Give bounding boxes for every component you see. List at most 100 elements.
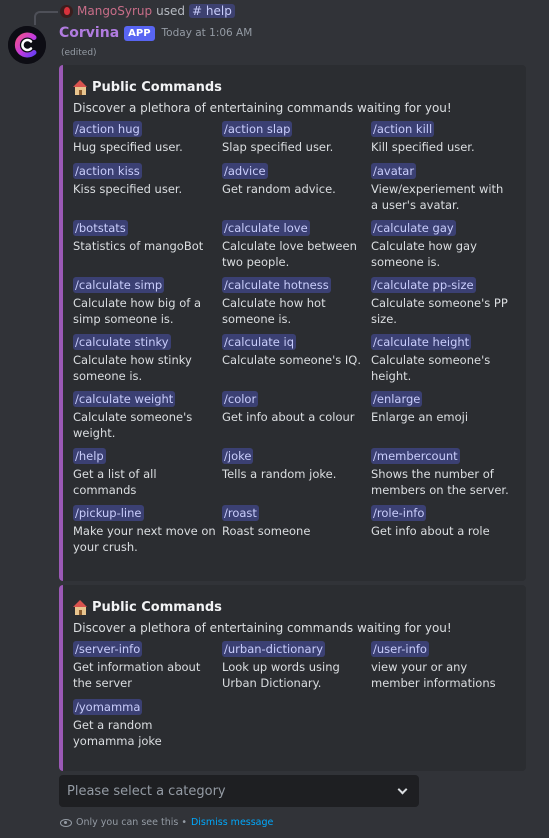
command-field: /joke Tells a random joke. bbox=[222, 448, 371, 505]
command-description: Get information about the server bbox=[73, 660, 201, 690]
command-name[interactable]: /calculate stinky bbox=[73, 334, 171, 350]
command-description: Calculate how stinky someone is. bbox=[73, 353, 192, 383]
command-name[interactable]: /pickup-line bbox=[73, 505, 144, 521]
message-timestamp[interactable]: Today at 1:06 AM bbox=[162, 27, 253, 39]
command-name[interactable]: /action hug bbox=[73, 121, 142, 137]
command-name[interactable]: /enlarge bbox=[371, 391, 423, 407]
command-name[interactable]: /urban-dictionary bbox=[222, 641, 326, 657]
command-field: /enlarge Enlarge an emoji bbox=[371, 391, 520, 448]
command-name[interactable]: /server-info bbox=[73, 641, 143, 657]
command-description: Get a random yomamma joke bbox=[73, 718, 162, 748]
command-field: /pickup-line Make your next move on your … bbox=[73, 505, 222, 554]
command-name[interactable]: /calculate hotness bbox=[222, 277, 331, 293]
command-description: Tells a random joke. bbox=[222, 467, 337, 481]
command-name[interactable]: /roast bbox=[222, 505, 259, 521]
command-field: /membercount Shows the number of members … bbox=[371, 448, 520, 505]
command-field: /color Get info about a colour bbox=[222, 391, 371, 448]
message-header: Corvina APP Today at 1:06 AM bbox=[59, 23, 252, 43]
command-field: /calculate weight Calculate someone's wei… bbox=[73, 391, 222, 448]
command-name[interactable]: /joke bbox=[222, 448, 254, 464]
command-field: /urban-dictionary Look up words using Urb… bbox=[222, 641, 371, 699]
command-description: Look up words using Urban Dictionary. bbox=[222, 660, 340, 690]
command-field: /calculate stinky Calculate how stinky so… bbox=[73, 334, 222, 391]
command-description: Kill specified user. bbox=[371, 140, 475, 154]
ephemeral-notice: Only you can see this • Dismiss message bbox=[60, 815, 273, 830]
command-name[interactable]: /calculate simp bbox=[73, 277, 165, 293]
command-description: Get info about a colour bbox=[222, 410, 355, 424]
command-name[interactable]: /color bbox=[222, 391, 259, 407]
command-field: /calculate love Calculate love between tw… bbox=[222, 220, 371, 277]
command-description: Calculate someone's weight. bbox=[73, 410, 193, 440]
embed-title: Public Commands bbox=[73, 597, 514, 617]
command-field: /roast Roast someone bbox=[222, 505, 371, 547]
house-icon bbox=[73, 79, 88, 95]
command-description: Calculate someone's height. bbox=[371, 353, 491, 383]
command-name[interactable]: /advice bbox=[222, 163, 268, 179]
embed-fields: /server-info Get information about the se… bbox=[73, 641, 514, 748]
command-name[interactable]: /user-info bbox=[371, 641, 429, 657]
command-description: Get info about a role bbox=[371, 524, 490, 538]
app-badge: APP bbox=[124, 25, 155, 41]
command-field: /calculate pp-size Calculate someone's PP… bbox=[371, 277, 520, 334]
command-description: Calculate how gay someone is. bbox=[371, 239, 477, 269]
eye-icon bbox=[60, 818, 72, 827]
command-field: /calculate gay Calculate how gay someone … bbox=[371, 220, 520, 277]
command-field: /help Get a list of all commands bbox=[73, 448, 222, 505]
command-description: Shows the number of members on the serve… bbox=[371, 467, 509, 497]
command-name[interactable]: /calculate height bbox=[371, 334, 472, 350]
command-name[interactable]: /role-info bbox=[371, 505, 427, 521]
command-description: Statistics of mangoBot bbox=[73, 239, 204, 253]
house-icon bbox=[73, 599, 88, 615]
dismiss-message-link[interactable]: Dismiss message bbox=[191, 817, 273, 828]
command-field: /user-info view your or any member inform… bbox=[371, 641, 520, 699]
command-field: /calculate iq Calculate someone's IQ. bbox=[222, 334, 371, 391]
command-name[interactable]: /calculate gay bbox=[371, 220, 456, 236]
replied-user-avatar[interactable] bbox=[60, 4, 73, 18]
command-field: /calculate simp Calculate how big of a si… bbox=[73, 277, 222, 334]
command-name[interactable]: /action slap bbox=[222, 121, 293, 137]
embed-public-commands-2: Public Commands Discover a plethora of e… bbox=[59, 585, 526, 771]
command-name[interactable]: /membercount bbox=[371, 448, 460, 464]
command-name[interactable]: /yomamma bbox=[73, 699, 143, 715]
author-name[interactable]: Corvina bbox=[59, 25, 119, 41]
command-name[interactable]: /action kiss bbox=[73, 163, 142, 179]
bot-avatar[interactable] bbox=[8, 26, 46, 64]
reply-context[interactable]: MangoSyrup used # help bbox=[60, 3, 235, 19]
command-description: Enlarge an emoji bbox=[371, 410, 469, 424]
reply-used-text: used bbox=[156, 4, 186, 18]
command-description: Make your next move on your crush. bbox=[73, 524, 216, 554]
command-field: /advice Get random advice. bbox=[222, 163, 371, 220]
command-description: Slap specified user. bbox=[222, 140, 334, 154]
embed-title: Public Commands bbox=[73, 77, 514, 97]
command-field: /server-info Get information about the se… bbox=[73, 641, 222, 699]
command-field: /action slap Slap specified user. bbox=[222, 121, 371, 163]
command-name[interactable]: /help bbox=[73, 448, 106, 464]
command-field: /yomamma Get a random yomamma joke bbox=[73, 699, 222, 748]
command-name[interactable]: /avatar bbox=[371, 163, 417, 179]
embed-fields: /action hug Hug specified user. /action sl… bbox=[73, 121, 514, 554]
command-name[interactable]: /action kill bbox=[371, 121, 435, 137]
reply-command[interactable]: # help bbox=[189, 4, 235, 18]
reply-command-name: help bbox=[205, 4, 232, 18]
embed-title-text: Public Commands bbox=[92, 599, 222, 615]
hash-icon: # bbox=[192, 4, 203, 18]
command-name[interactable]: /botstats bbox=[73, 220, 128, 236]
replied-user-name[interactable]: MangoSyrup bbox=[77, 4, 152, 18]
embed-description: Discover a plethora of entertaining comm… bbox=[73, 101, 452, 115]
command-name[interactable]: /calculate pp-size bbox=[371, 277, 476, 293]
command-description: Get a list of all commands bbox=[73, 467, 157, 497]
command-description: View/experiement with a user's avatar. bbox=[371, 182, 504, 212]
command-description: Calculate someone's IQ. bbox=[222, 353, 361, 367]
edited-label: (edited) bbox=[61, 48, 97, 58]
command-name[interactable]: /calculate weight bbox=[73, 391, 176, 407]
command-description: Hug specified user. bbox=[73, 140, 183, 154]
command-name[interactable]: /calculate love bbox=[222, 220, 310, 236]
command-field: /action kill Kill specified user. bbox=[371, 121, 520, 163]
category-select[interactable]: Please select a category bbox=[59, 775, 419, 807]
command-field: /role-info Get info about a role bbox=[371, 505, 520, 547]
reply-connector bbox=[34, 11, 58, 25]
chevron-down-icon bbox=[397, 784, 408, 794]
command-description: Kiss specified user. bbox=[73, 182, 183, 196]
command-description: Calculate love between two people. bbox=[222, 239, 357, 269]
command-name[interactable]: /calculate iq bbox=[222, 334, 297, 350]
